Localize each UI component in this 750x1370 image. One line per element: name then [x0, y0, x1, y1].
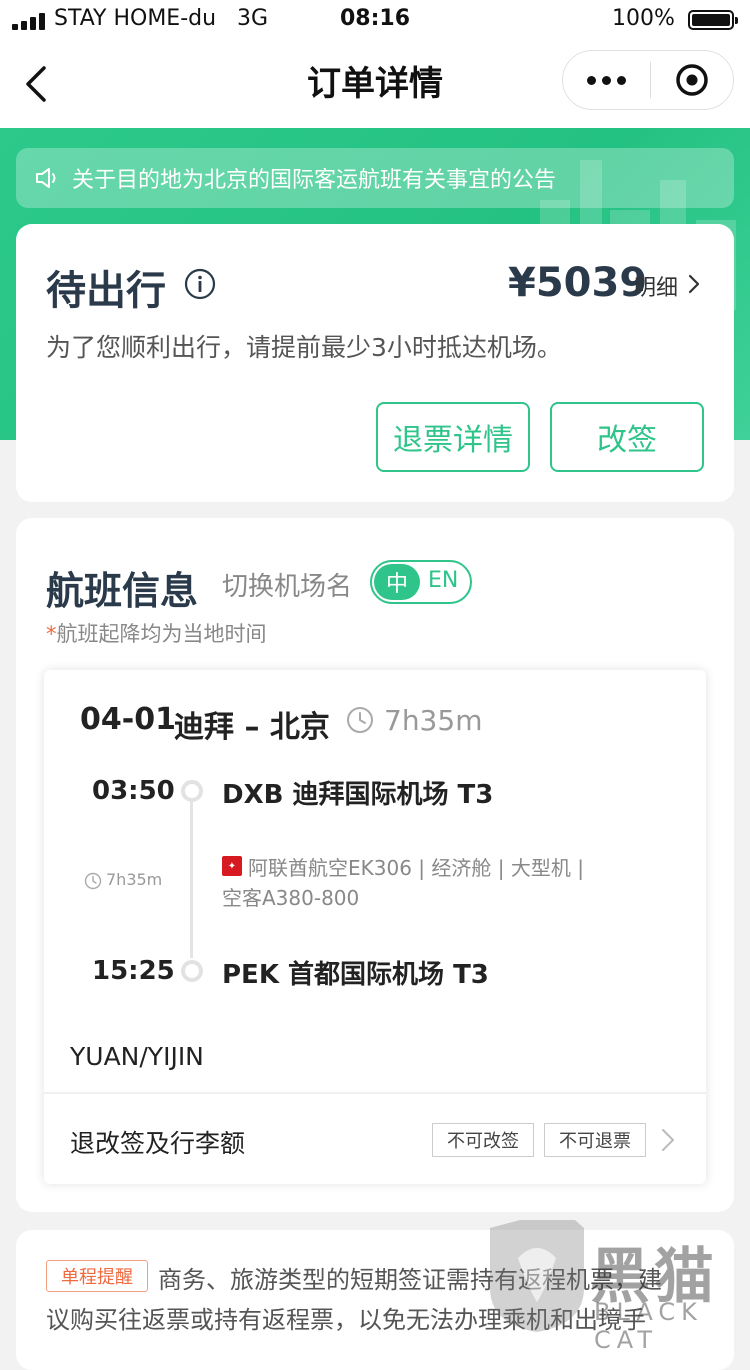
departure-dot: [181, 780, 203, 802]
flight-info-title: 航班信息: [46, 569, 199, 613]
divider: [44, 1092, 706, 1094]
local-time-note-text: 航班起降均为当地时间: [56, 622, 267, 646]
departure-time: 03:50: [92, 776, 175, 806]
capsule-divider: [650, 62, 651, 98]
aircraft-type: 空客A380-800: [222, 886, 360, 910]
total-duration: 7h35m: [384, 704, 483, 737]
clock-icon: [346, 706, 374, 734]
airline-info: 阿联酋航空EK306 | 经济舱 | 大型机 |: [248, 856, 584, 880]
more-dots-icon[interactable]: [584, 62, 628, 98]
refund-details-button[interactable]: 退票详情: [376, 402, 530, 472]
segment-duration: 7h35m: [106, 870, 163, 889]
info-icon[interactable]: [184, 268, 216, 300]
passenger-name: YUAN/YIJIN: [70, 1042, 204, 1071]
toggle-option-en[interactable]: EN: [428, 568, 458, 593]
flight-date: 04-01: [80, 702, 176, 737]
no-change-badge: 不可改签: [432, 1123, 534, 1157]
target-close-icon[interactable]: [674, 62, 710, 98]
speaker-icon: [34, 166, 62, 190]
order-price: ¥5039: [508, 260, 648, 306]
battery-icon: [688, 10, 738, 30]
flight-timeline: [190, 802, 193, 958]
announcement-text[interactable]: 关于目的地为北京的国际客运航班有关事宜的公告: [72, 162, 556, 194]
baggage-policy-label[interactable]: 退改签及行李额: [70, 1124, 245, 1160]
departure-airport: DXB 迪拜国际机场 T3: [222, 780, 494, 810]
small-clock-icon: [84, 872, 102, 890]
toggle-option-zh[interactable]: 中: [374, 564, 420, 600]
arrival-airport: PEK 首都国际机场 T3: [222, 960, 489, 990]
flight-route: 迪拜 – 北京: [174, 710, 330, 745]
chevron-right-icon[interactable]: [660, 1127, 676, 1153]
change-ticket-button[interactable]: 改签: [550, 402, 704, 472]
battery-percent: 100%: [612, 6, 675, 31]
one-way-reminder-tag: 单程提醒: [46, 1260, 148, 1292]
note-asterisk: *: [46, 622, 57, 646]
arrival-time: 15:25: [92, 956, 175, 986]
arrival-dot: [181, 960, 203, 982]
price-detail-link[interactable]: 明细: [634, 270, 678, 302]
local-time-note: *航班起降均为当地时间: [46, 618, 267, 648]
watermark-subtext: BLACK CAT: [594, 1298, 703, 1354]
emirates-logo-icon: ✦: [222, 856, 242, 876]
arrival-reminder: 为了您顺利出行，请提前最少3小时抵达机场。: [46, 333, 562, 362]
no-refund-badge: 不可退票: [544, 1123, 646, 1157]
airport-name-switch-label: 切换机场名: [222, 572, 353, 602]
chevron-right-icon[interactable]: [686, 272, 702, 296]
flight-segment-panel: [44, 670, 706, 1184]
order-status-title: 待出行: [46, 268, 166, 314]
